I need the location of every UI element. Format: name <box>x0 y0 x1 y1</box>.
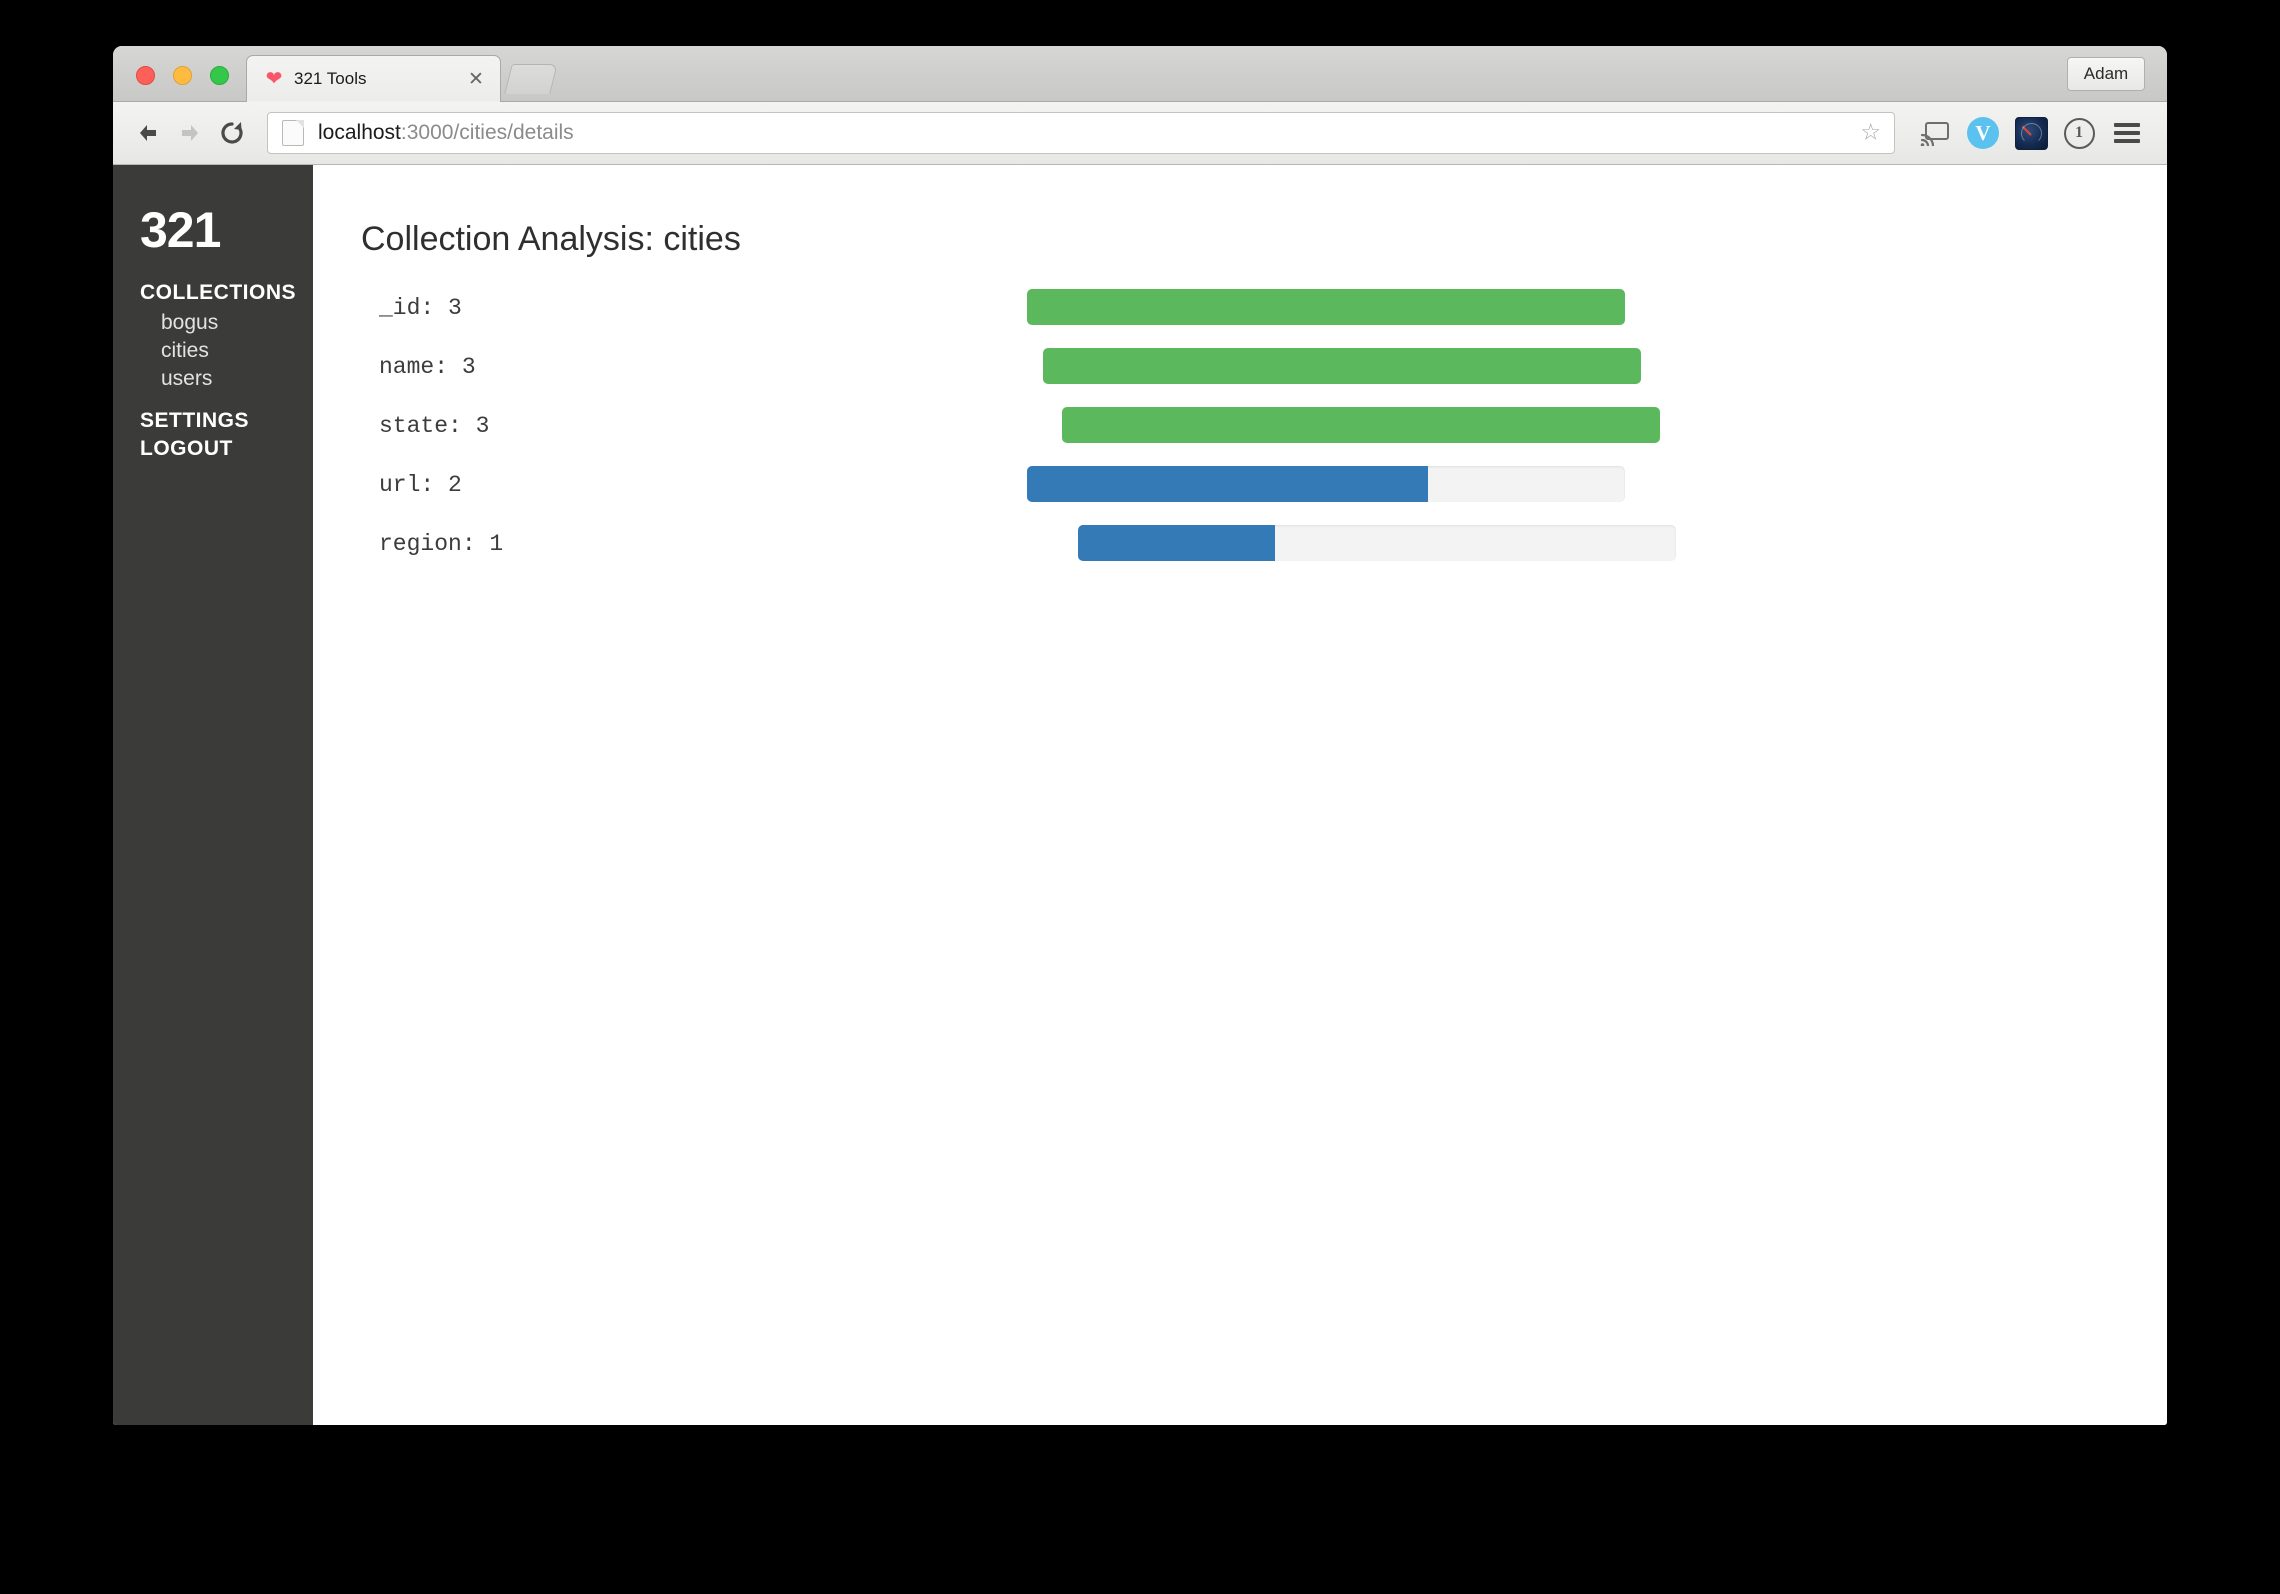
browser-window: ❤ 321 Tools ✕ Adam localh <box>113 46 2167 1425</box>
main-content: Collection Analysis: cities _id: 3 name: … <box>313 165 2167 1425</box>
chart-bar-fill <box>1027 466 1428 502</box>
chart-row-label: url: 2 <box>379 472 462 498</box>
tab-title: 321 Tools <box>294 69 366 89</box>
window-controls <box>136 66 229 85</box>
browser-tab[interactable]: ❤ 321 Tools ✕ <box>246 55 501 102</box>
chart-row: state: 3 <box>361 401 2167 460</box>
chart-bar-fill <box>1078 525 1275 561</box>
profile-button[interactable]: Adam <box>2067 57 2145 91</box>
close-window-button[interactable] <box>136 66 155 85</box>
onepassword-badge-label: 1 <box>2064 118 2095 149</box>
chart-bar-fill <box>1027 289 1625 325</box>
new-tab-button[interactable] <box>504 64 557 94</box>
address-bar[interactable]: localhost:3000/cities/details ☆ <box>267 112 1895 154</box>
chart-row-label: region: 1 <box>379 531 503 557</box>
sidebar-header-collections: COLLECTIONS <box>113 281 313 305</box>
chart-bar-track <box>1078 525 1676 561</box>
back-arrow-icon[interactable] <box>127 112 169 154</box>
chart-bar-fill <box>1043 348 1641 384</box>
chart-row-label: state: 3 <box>379 413 489 439</box>
app-logo[interactable]: 321 <box>113 205 313 255</box>
speedometer-icon[interactable] <box>2007 110 2055 156</box>
onepassword-icon[interactable]: 1 <box>2055 110 2103 156</box>
sidebar: 321 COLLECTIONS bogus cities users SETTI… <box>113 165 313 1425</box>
url-host: localhost <box>318 121 401 144</box>
sidebar-item-users[interactable]: users <box>113 365 313 393</box>
page-title: Collection Analysis: cities <box>361 220 2167 259</box>
vimium-icon[interactable]: V <box>1959 110 2007 156</box>
menu-icon[interactable] <box>2103 110 2151 156</box>
chart-bar-track <box>1043 348 1641 384</box>
maximize-window-button[interactable] <box>210 66 229 85</box>
chart-bar-track <box>1027 466 1625 502</box>
cast-icon[interactable] <box>1911 110 1959 156</box>
url-text: localhost:3000/cities/details <box>318 121 574 145</box>
sidebar-item-cities[interactable]: cities <box>113 337 313 365</box>
chart-bar-track <box>1062 407 1660 443</box>
chart-row: _id: 3 <box>361 283 2167 342</box>
minimize-window-button[interactable] <box>173 66 192 85</box>
chart-bar-fill <box>1062 407 1660 443</box>
chart-bar-track <box>1027 289 1625 325</box>
browser-toolbar: localhost:3000/cities/details ☆ V 1 <box>113 102 2167 165</box>
field-coverage-chart: _id: 3 name: 3 state: 3 url: 2 region: 1 <box>361 283 2167 578</box>
page-document-icon <box>282 120 304 146</box>
reload-icon[interactable] <box>211 112 253 154</box>
sidebar-item-bogus[interactable]: bogus <box>113 309 313 337</box>
vimium-badge-label: V <box>1967 117 1999 149</box>
sidebar-item-logout[interactable]: LOGOUT <box>113 437 313 461</box>
chart-row: name: 3 <box>361 342 2167 401</box>
page-body: 321 COLLECTIONS bogus cities users SETTI… <box>113 165 2167 1425</box>
sidebar-item-settings[interactable]: SETTINGS <box>113 409 313 433</box>
chart-row: url: 2 <box>361 460 2167 519</box>
tab-strip: ❤ 321 Tools ✕ Adam <box>113 46 2167 102</box>
chart-row-label: name: 3 <box>379 354 476 380</box>
forward-arrow-icon <box>169 112 211 154</box>
heart-icon: ❤ <box>263 68 285 90</box>
chart-row: region: 1 <box>361 519 2167 578</box>
close-tab-button[interactable]: ✕ <box>466 69 486 89</box>
chart-row-label: _id: 3 <box>379 295 462 321</box>
bookmark-star-icon[interactable]: ☆ <box>1860 122 1881 145</box>
url-path: :3000/cities/details <box>401 121 574 144</box>
